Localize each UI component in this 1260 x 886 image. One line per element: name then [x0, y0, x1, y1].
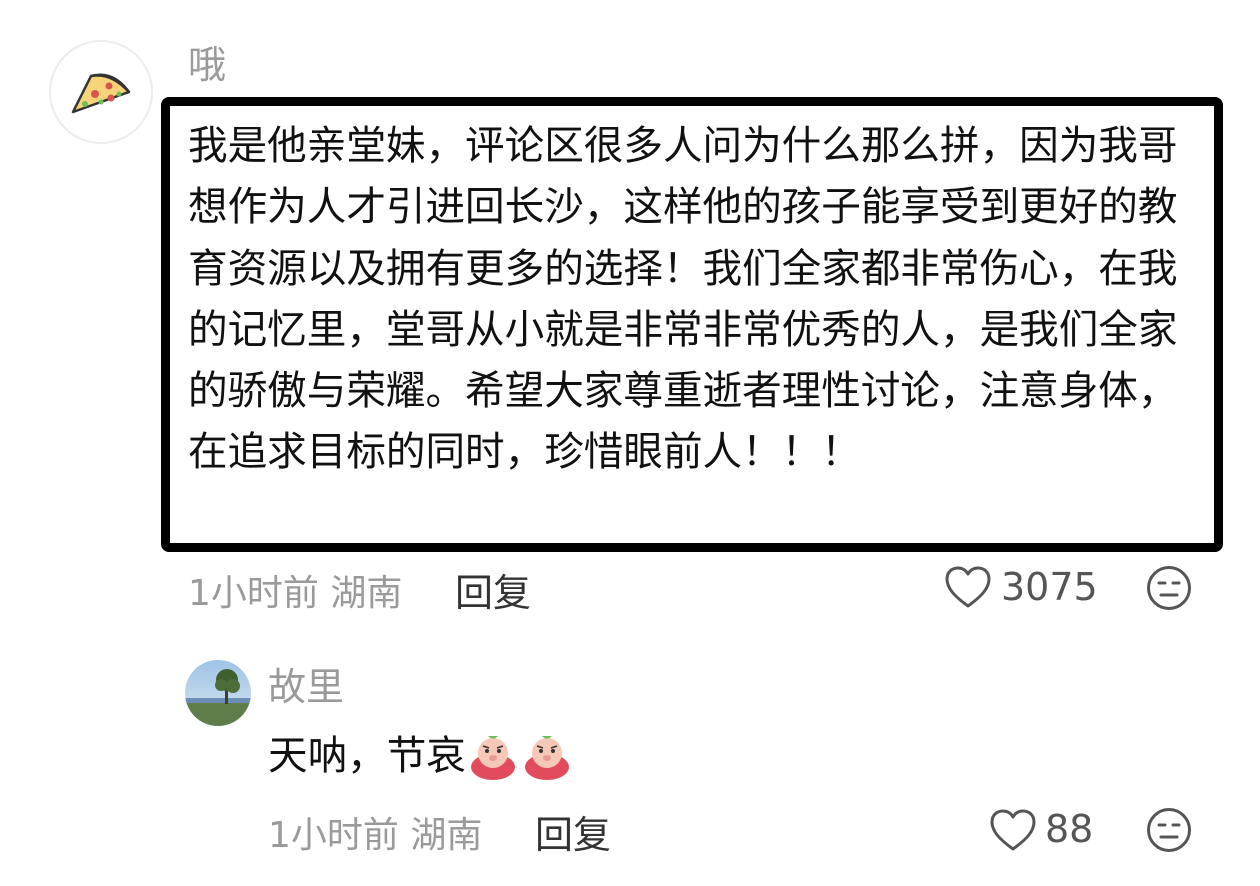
- comment-username[interactable]: 哦: [188, 46, 226, 84]
- reply-meta: 1小时前 湖南: [268, 815, 483, 856]
- avatar[interactable]: [49, 40, 153, 144]
- reply-avatar[interactable]: [185, 660, 251, 726]
- meh-face-icon[interactable]: [1145, 806, 1193, 854]
- comment-text: 我是他亲堂妹，评论区很多人问为什么那么拼，因为我哥想作为人才引进回长沙，这样他的…: [188, 123, 1178, 476]
- heart-outline-icon[interactable]: [944, 565, 992, 609]
- pizza-slice-icon: [71, 73, 131, 114]
- comment-meta: 1小时前 湖南: [188, 573, 403, 614]
- heart-outline-icon[interactable]: [989, 808, 1037, 852]
- reply-button[interactable]: 回复: [535, 816, 611, 854]
- sad-pig-emoji: [520, 731, 574, 783]
- sad-pig-emoji: [466, 731, 520, 783]
- like-count: 3075: [1001, 565, 1098, 609]
- reply-text: 天呐，节哀: [268, 733, 466, 780]
- meh-face-icon[interactable]: [1145, 564, 1193, 612]
- reply-username[interactable]: 故里: [268, 668, 344, 706]
- reply-button[interactable]: 回复: [455, 574, 531, 612]
- landscape-tree-avatar: [185, 660, 251, 726]
- like-count: 88: [1045, 807, 1094, 851]
- reply-text-row: 天呐，节哀: [268, 731, 574, 783]
